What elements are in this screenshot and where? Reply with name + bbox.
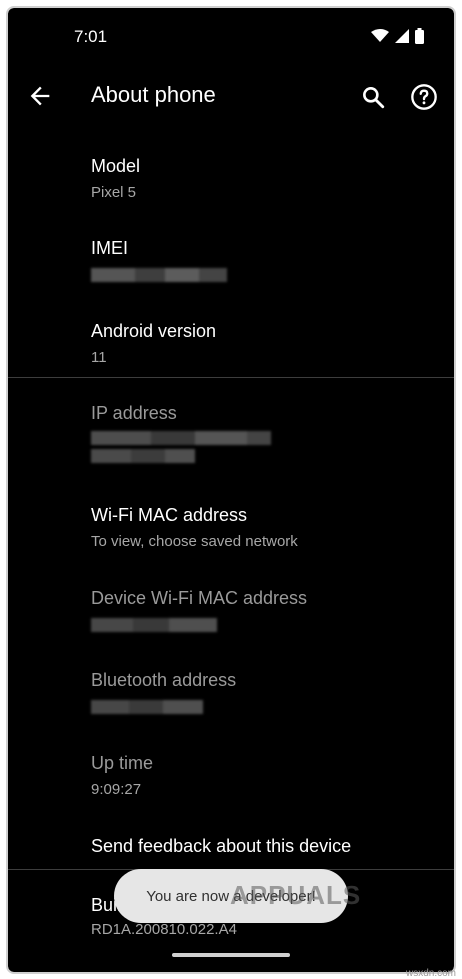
setting-summary: 9:09:27 (91, 781, 142, 798)
section-divider (8, 377, 454, 378)
status-bar: 7:01 (8, 8, 454, 64)
setting-model[interactable]: Model Pixel 5 (8, 146, 454, 218)
signal-icon (395, 29, 409, 43)
setting-bluetooth-address: Bluetooth address (8, 660, 454, 732)
setting-title: Send feedback about this device (91, 836, 352, 856)
setting-summary: Pixel 5 (91, 184, 137, 201)
toast-message: You are now a developer! (114, 869, 348, 923)
redacted-value (91, 618, 217, 632)
help-icon[interactable] (410, 83, 438, 111)
redacted-value (91, 268, 227, 282)
setting-title: Wi-Fi MAC address (91, 505, 248, 525)
setting-title: Android version (91, 321, 217, 341)
setting-summary: 11 (91, 349, 107, 366)
setting-imei[interactable]: IMEI (8, 228, 454, 300)
setting-device-wifi-mac: Device Wi-Fi MAC address (8, 578, 454, 650)
setting-ip-address: IP address (8, 393, 454, 465)
setting-android-version[interactable]: Android version 11 (8, 311, 454, 383)
site-credit: wsxdn.com (405, 968, 456, 979)
search-icon[interactable] (360, 84, 386, 110)
phone-screen: 7:01 About phone Model Pixel 5 IMEI Andr… (6, 6, 456, 974)
wifi-icon (371, 29, 389, 42)
setting-title: IMEI (91, 238, 129, 258)
setting-title: IP address (91, 403, 177, 423)
gesture-nav-handle[interactable] (172, 953, 290, 957)
redacted-value (91, 700, 203, 714)
setting-wifi-mac[interactable]: Wi-Fi MAC address To view, choose saved … (8, 495, 454, 567)
battery-icon (415, 28, 424, 44)
status-icons (371, 28, 424, 44)
setting-title: Model (91, 156, 141, 176)
page-title: About phone (91, 82, 216, 107)
app-bar: About phone (8, 70, 454, 130)
status-time: 7:01 (74, 27, 108, 46)
setting-title: Bluetooth address (91, 670, 237, 690)
setting-title: Up time (91, 753, 154, 773)
setting-title: Device Wi-Fi MAC address (91, 588, 308, 608)
setting-up-time: Up time 9:09:27 (8, 743, 454, 815)
arrow-back-icon[interactable] (26, 82, 54, 110)
redacted-value (91, 449, 195, 463)
setting-summary: RD1A.200810.022.A4 (91, 921, 237, 938)
redacted-value (91, 431, 271, 445)
setting-summary: To view, choose saved network (91, 533, 298, 550)
